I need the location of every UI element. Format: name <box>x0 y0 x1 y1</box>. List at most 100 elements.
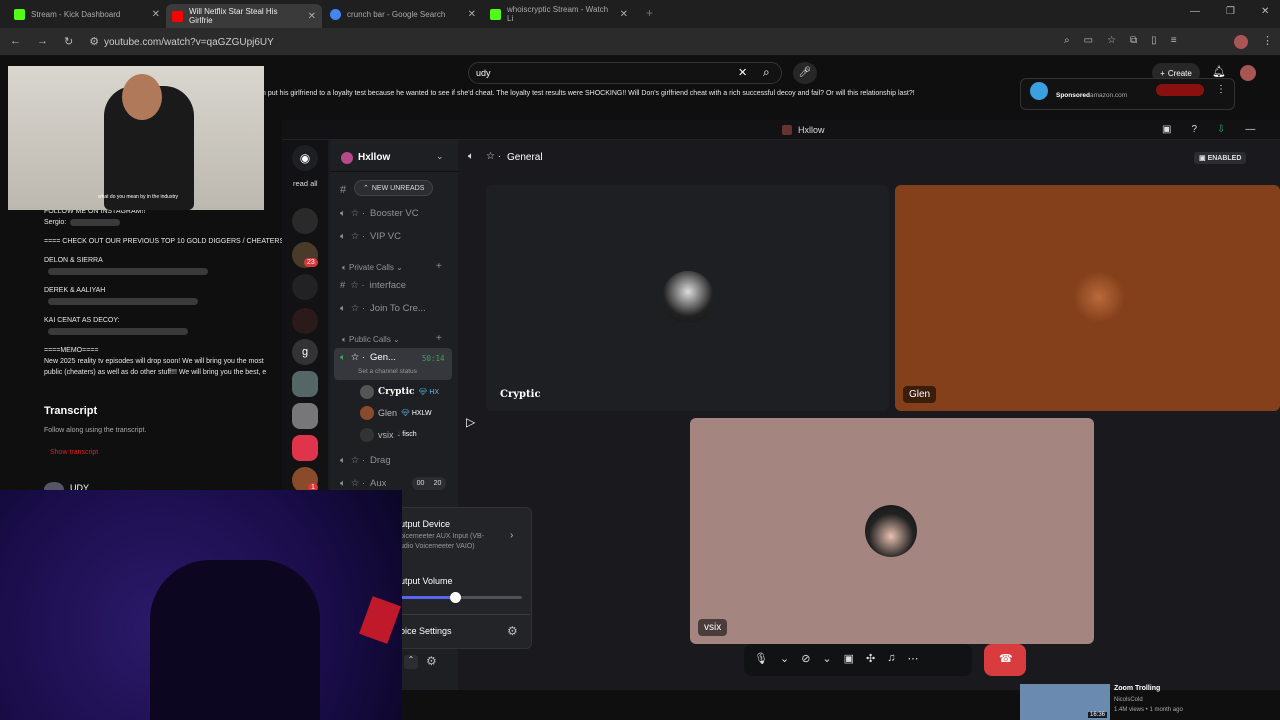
reload-icon[interactable]: ↻ <box>64 35 73 48</box>
channel-aux[interactable]: 🔈︎ ☆ · Aux <box>340 478 386 489</box>
star-icon[interactable]: ☆ · <box>486 151 501 162</box>
server-icon[interactable] <box>292 308 318 334</box>
output-device-label[interactable]: utput Device <box>400 519 450 529</box>
link-pill[interactable] <box>48 267 208 275</box>
forward-icon[interactable]: → <box>37 35 48 48</box>
member-tag: 💎︎ HXLW <box>401 410 432 417</box>
search-input[interactable]: udy <box>476 68 491 78</box>
tab-kick-dashboard[interactable]: Stream - Kick Dashboard ✕ <box>8 4 166 24</box>
add-channel-icon[interactable]: + <box>436 333 442 344</box>
tab-youtube[interactable]: Will Netflix Star Steal His Girlfrie ✕ <box>166 4 322 28</box>
link-pill[interactable] <box>48 297 198 305</box>
read-all-button[interactable]: read all <box>293 179 318 188</box>
close-icon[interactable]: ✕ <box>152 9 160 20</box>
enabled-badge[interactable]: ▣ ENABLED <box>1194 152 1247 164</box>
output-volume-label: utput Volume <box>400 576 453 586</box>
more-options-icon[interactable]: ⋯ <box>908 652 919 665</box>
channel-join-to-create[interactable]: 🔈︎ ☆ · Join To Cre... <box>340 303 426 314</box>
speaker-icon: 🔈︎ <box>340 478 346 489</box>
voice-member-vsix[interactable]: vsix 💧︎ fisch <box>360 428 417 442</box>
settings-gear-icon[interactable]: ⚙ <box>507 624 518 638</box>
disconnect-button[interactable]: ☎ <box>984 644 1026 676</box>
extensions-icon[interactable]: ⧉ <box>1130 35 1137 46</box>
voice-settings-label[interactable]: oice Settings <box>400 626 452 636</box>
server-icon-g[interactable]: g <box>292 339 318 365</box>
chevron-right-icon[interactable]: › <box>510 530 513 541</box>
soundboard-icon[interactable]: ♫ <box>887 652 895 665</box>
minimize-icon[interactable]: — <box>1245 124 1255 135</box>
close-icon[interactable]: ✕ <box>308 11 316 22</box>
ad-card[interactable] <box>1020 78 1235 110</box>
channel-status[interactable]: Set a channel status <box>358 368 417 375</box>
link-pill[interactable] <box>48 327 188 335</box>
tab-google-search[interactable]: crunch bar - Google Search ✕ <box>324 4 482 24</box>
chevron-down-icon[interactable]: ⌄ <box>436 151 444 162</box>
chevron-down-icon[interactable]: ⌄ <box>780 652 789 665</box>
ad-more-icon[interactable]: ⋮ <box>1216 84 1226 95</box>
maximize-icon[interactable]: ❐ <box>1226 6 1235 17</box>
add-channel-icon[interactable]: + <box>436 261 442 272</box>
microphone-icon[interactable]: 🎙︎ <box>754 652 768 665</box>
server-icon[interactable] <box>292 274 318 300</box>
search-icon[interactable]: ⌕ <box>763 65 770 80</box>
clear-search-icon[interactable]: ✕ <box>738 66 747 79</box>
new-unreads-label: NEW UNREADS <box>371 184 425 192</box>
video-tile-cryptic[interactable]: Cryptic <box>486 185 889 411</box>
chevron-down-icon[interactable]: ⌄ <box>822 652 831 665</box>
recommended-video-channel[interactable]: NicolsCold <box>1114 697 1143 703</box>
server-icon[interactable] <box>292 371 318 397</box>
zoom-icon[interactable]: ⌕ <box>1064 35 1070 46</box>
back-icon[interactable]: ← <box>10 35 21 48</box>
new-tab-icon[interactable]: + <box>646 6 653 20</box>
site-info-icon[interactable]: ⚙ <box>89 35 99 48</box>
channel-drag[interactable]: 🔈︎ ☆ · Drag <box>340 455 391 466</box>
server-icon[interactable] <box>292 403 318 429</box>
help-icon[interactable]: ? <box>1191 124 1197 135</box>
category-private-calls[interactable]: 🔈︎ Private Calls ⌄ <box>342 263 403 273</box>
discord-home-icon[interactable]: ◉ <box>292 145 318 171</box>
link-pill[interactable] <box>70 218 121 226</box>
voice-member-glen[interactable]: Glen 💎︎ HXLW <box>360 406 432 420</box>
voice-member-cryptic[interactable]: Cryptic 💎︎ HX <box>360 385 439 399</box>
channel-interface[interactable]: # ☆ · interface <box>340 280 406 291</box>
account-avatar[interactable] <box>1240 65 1256 81</box>
camera-off-icon[interactable]: ⊘ <box>801 652 810 665</box>
bookmark-icon[interactable]: ☆ <box>1107 35 1116 46</box>
activities-icon[interactable]: ✣ <box>866 652 875 665</box>
channel-booster-vc[interactable]: 🔈︎ ☆ · Booster VC <box>340 208 419 219</box>
channel-general[interactable]: 🔈︎ ☆ · Gen... <box>340 352 396 363</box>
url-field[interactable]: youtube.com/watch?v=qaGZGUpj6UY <box>104 37 274 48</box>
notifications-icon[interactable]: 🔔︎ <box>1212 65 1226 78</box>
chevron-up-icon[interactable]: ⌃ <box>404 655 418 669</box>
recommended-video-thumbnail[interactable]: 16:36 <box>1020 684 1110 720</box>
new-unreads-button[interactable]: ⌃ NEW UNREADS <box>354 180 434 196</box>
minimize-icon[interactable]: — <box>1190 6 1200 17</box>
close-window-icon[interactable]: ✕ <box>1261 6 1269 17</box>
cast-icon[interactable]: ▭ <box>1084 35 1093 46</box>
screen-share-icon[interactable]: ▣ <box>844 652 854 665</box>
close-icon[interactable]: ✕ <box>620 9 628 20</box>
video-tile-vsix[interactable]: vsix <box>690 418 1094 644</box>
ad-button[interactable] <box>1156 84 1204 96</box>
profile-avatar[interactable] <box>1234 35 1248 49</box>
server-icon-active[interactable] <box>292 435 318 461</box>
user-settings-gear-icon[interactable]: ⚙ <box>426 654 437 668</box>
volume-slider-handle[interactable] <box>450 592 461 603</box>
show-transcript-button[interactable]: Show transcript <box>50 449 98 456</box>
category-public-calls[interactable]: 🔈︎ Public Calls ⌄ <box>342 335 400 345</box>
channel-vip-vc[interactable]: 🔈︎ ☆ · VIP VC <box>340 231 401 242</box>
server-name: Hxllow <box>358 152 391 163</box>
video-tile-glen[interactable]: Glen <box>895 185 1280 411</box>
server-icon[interactable] <box>292 208 318 234</box>
inbox-icon[interactable]: ▣ <box>1162 124 1171 135</box>
menu-icon[interactable]: ≡ <box>1171 35 1177 46</box>
voice-search-icon[interactable]: 🎤︎ <box>793 62 817 84</box>
output-device-value[interactable]: oicemeeter AUX Input (VB-udio Voicemeete… <box>400 532 484 552</box>
tab-kick-stream[interactable]: whoiscryptic Stream - Watch Li ✕ <box>484 4 634 24</box>
download-icon[interactable]: ⇩ <box>1217 124 1225 135</box>
split-icon[interactable]: ▯ <box>1151 35 1157 46</box>
close-icon[interactable]: ✕ <box>468 9 476 20</box>
recommended-video-title[interactable]: Zoom Trolling <box>1114 685 1160 692</box>
search-box[interactable] <box>468 62 782 84</box>
more-icon[interactable]: ⋮ <box>1262 34 1273 47</box>
